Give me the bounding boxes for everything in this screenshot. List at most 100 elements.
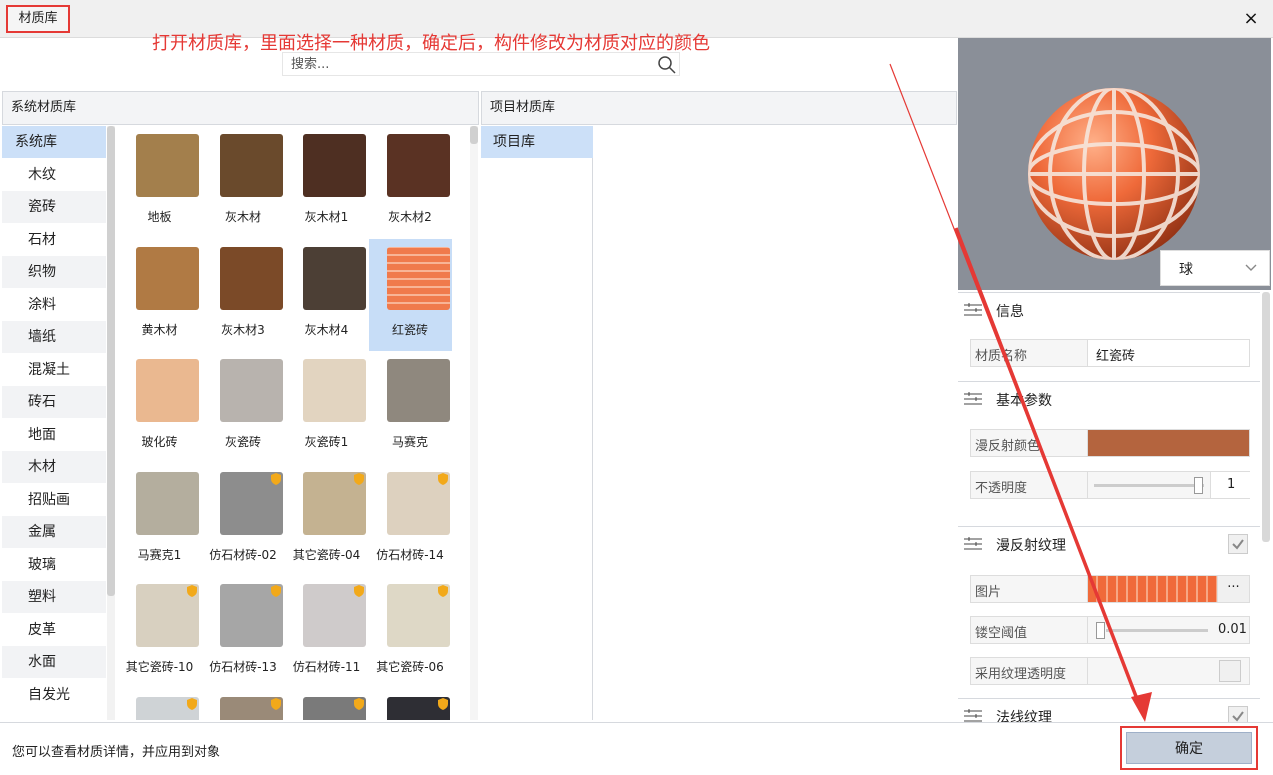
opacity-value: 1 [1227,477,1236,492]
material-tile[interactable]: 其它瓷砖-10 [118,576,201,688]
material-swatch [386,246,450,310]
material-tile[interactable]: 其它瓷砖-04 [285,464,368,576]
material-swatch [136,134,199,197]
material-swatch [136,246,199,310]
material-tile[interactable]: 玻化砖 [118,351,201,463]
material-label: 其它瓷砖-04 [292,547,361,562]
settings-sliders-icon [964,392,982,405]
material-tile[interactable]: 灰木材4 [285,239,368,351]
category-scrollbar[interactable] [107,126,115,720]
opacity-value-field[interactable]: 1 [1210,472,1252,498]
basic-params-section-header[interactable]: 基本参数 [958,381,1260,415]
shield-badge-icon [437,697,448,710]
shield-badge-icon [354,585,364,597]
material-tile[interactable]: 灰木材1 [285,126,368,238]
material-tile[interactable]: 仿石材砖-14 [369,464,452,576]
material-swatch [303,134,366,197]
category-scrollbar-thumb[interactable] [107,126,115,596]
project-category-item[interactable]: 项目库 [481,126,593,158]
opacity-slider[interactable] [1094,484,1204,487]
settings-sliders-icon [964,709,982,722]
diffuse-texture-section-header[interactable]: 漫反射纹理 [958,526,1260,560]
material-swatch [303,359,366,422]
category-item[interactable]: 涂料 [2,288,106,321]
material-tile[interactable]: 灰瓷砖 [202,351,285,463]
material-tile[interactable]: 灰木材3 [202,239,285,351]
material-tile[interactable]: 马赛克 [369,351,452,463]
material-tile[interactable]: 地板 [118,126,201,238]
material-grid-scrollbar[interactable] [470,126,478,720]
material-tile[interactable]: 红瓷砖 [368,238,452,351]
opacity-slider-handle[interactable] [1194,477,1203,494]
search-icon[interactable] [657,55,677,75]
status-bar: 您可以查看材质详情，并应用到对象 [0,722,1273,775]
category-item[interactable]: 石材 [2,223,106,256]
material-name-label: 材质名称 [975,349,1028,364]
material-tile[interactable]: 灰木材2 [369,126,452,238]
material-label: 黄木材 [141,322,178,337]
material-swatch [219,246,283,310]
material-tile[interactable]: 马赛克1 [118,464,201,576]
material-tile[interactable]: 仿石材砖-02 [202,464,285,576]
shield-badge-icon [187,697,197,710]
material-tile[interactable]: 灰木材 [202,126,285,238]
category-item[interactable]: 自发光 [2,678,106,711]
cutout-slider[interactable] [1106,629,1208,632]
category-item[interactable]: 招贴画 [2,483,106,516]
properties-scrollbar[interactable] [1262,292,1270,542]
category-item[interactable]: 玻璃 [2,548,106,581]
category-item[interactable]: 瓷砖 [2,191,106,224]
material-tile[interactable]: 灰瓷砖1 [285,351,368,463]
shield-badge-icon [187,585,197,597]
material-label: 仿石材砖-11 [292,660,361,674]
category-item[interactable]: 皮革 [2,613,106,646]
cutout-slider-handle[interactable] [1096,622,1105,639]
category-item[interactable]: 金属 [2,516,106,549]
properties-panel: 信息 材质名称 红瓷砖 基本参数 漫反射颜色 不透明度 1 漫反射纹理 图片 ·… [958,292,1260,722]
category-item[interactable]: 砖石 [2,386,106,419]
material-tile[interactable]: 其它瓷砖-06 [369,576,452,688]
material-tile[interactable] [202,689,285,720]
search-input[interactable] [291,55,641,73]
info-section-header[interactable]: 信息 [958,292,1260,326]
opacity-label: 不透明度 [975,481,1028,496]
material-swatch [136,359,199,422]
opacity-row: 不透明度 1 [970,471,1252,499]
texture-image-field[interactable]: ··· [1087,576,1249,602]
material-tile[interactable]: 仿石材砖-11 [285,576,368,688]
category-item[interactable]: 水面 [2,646,106,679]
material-swatch [386,134,450,197]
diffuse-color-swatch[interactable] [1087,430,1249,456]
texture-more-button[interactable]: ··· [1217,576,1249,602]
shield-badge-icon [437,472,448,485]
material-tile[interactable] [118,689,201,720]
category-item[interactable]: 织物 [2,256,106,289]
preview-shape-select[interactable]: 球 [1160,250,1270,286]
category-item[interactable]: 木纹 [2,158,106,191]
material-label: 仿石材砖-13 [209,660,277,674]
search-box[interactable] [282,52,680,76]
category-item[interactable]: 地面 [2,418,106,451]
material-grid-scrollbar-thumb[interactable] [470,126,478,144]
project-category-list: 项目库 [481,126,593,720]
check-icon [1232,539,1244,550]
material-tile[interactable]: 仿石材砖-13 [202,576,285,688]
material-label: 灰木材4 [304,322,349,337]
material-tile[interactable]: 黄木材 [118,239,201,351]
close-icon[interactable]: × [1240,8,1262,30]
use-alpha-checkbox[interactable] [1219,660,1241,682]
category-item[interactable]: 塑料 [2,581,106,614]
category-item[interactable]: 墙纸 [2,321,106,354]
chevron-down-icon [1245,264,1257,271]
diffuse-texture-checkbox[interactable] [1228,534,1248,554]
texture-image-label: 图片 [975,585,1002,600]
ok-button[interactable]: 确定 [1126,732,1252,764]
category-item[interactable]: 混凝土 [2,353,106,386]
material-tile[interactable] [369,689,452,720]
category-item[interactable]: 木材 [2,451,106,484]
normal-texture-section-header[interactable]: 法线纹理 [958,698,1260,722]
normal-texture-checkbox[interactable] [1228,706,1248,722]
material-name-field[interactable]: 红瓷砖 [1087,340,1249,366]
material-tile[interactable] [285,689,368,720]
category-item[interactable]: 系统库 [2,126,106,159]
